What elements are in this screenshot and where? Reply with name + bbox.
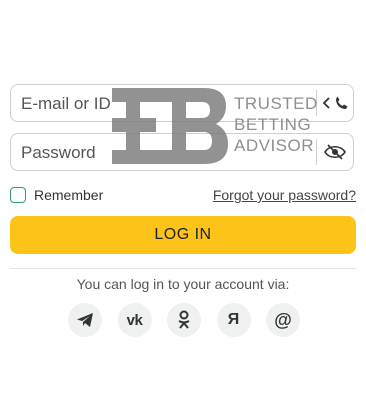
password-placeholder: Password [21,143,96,162]
yandex-button[interactable]: Я [216,303,251,337]
odnoklassniki-icon [178,310,190,329]
yandex-icon: Я [227,311,240,328]
vk-button[interactable]: vk [117,303,152,337]
remember-label[interactable]: Remember [34,186,103,204]
forgot-password-link[interactable]: Forgot your password? [213,186,356,204]
divider [10,268,356,269]
social-login-caption: You can log in to your account via: [76,276,290,292]
telegram-icon [77,313,93,327]
social-login-row: vk Я @ [68,303,300,337]
vk-icon: vk [126,311,143,329]
telegram-button[interactable] [68,303,102,337]
show-password-button[interactable] [316,139,353,165]
phone-icon [322,96,348,109]
email-at-icon: @ [274,309,292,330]
email-or-id-field[interactable]: E-mail or ID [10,84,354,122]
remember-checkbox[interactable] [10,187,26,203]
phone-toggle-button[interactable] [316,90,353,116]
password-field[interactable]: Password [10,133,354,171]
email-placeholder: E-mail or ID [21,94,111,113]
email-button[interactable]: @ [266,303,300,337]
login-button[interactable]: LOG IN [10,216,356,254]
remember-row: Remember Forgot your password? [10,186,356,206]
odnoklassniki-button[interactable] [167,303,201,337]
eye-off-icon [324,144,346,160]
